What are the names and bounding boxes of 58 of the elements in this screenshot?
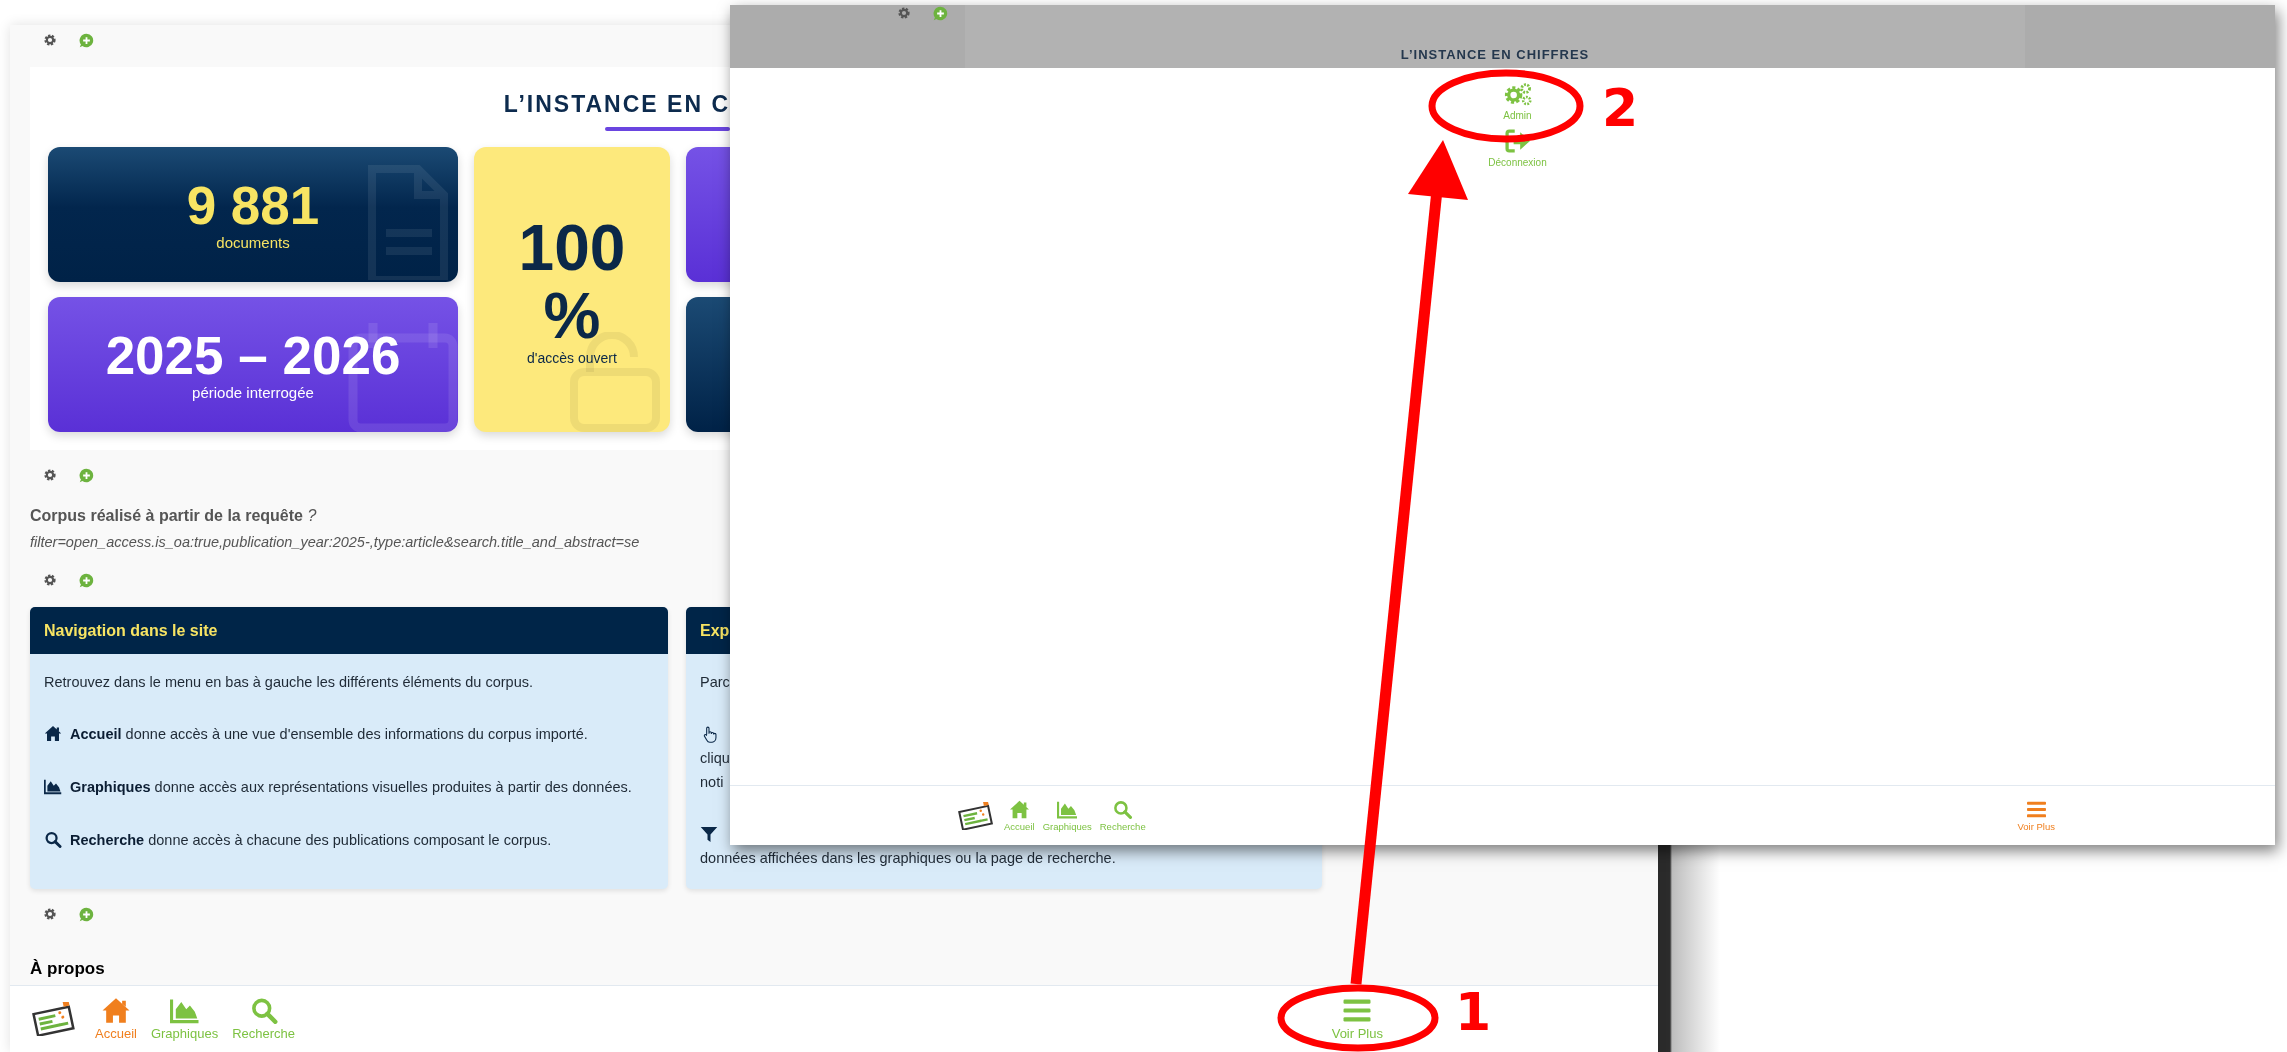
paragraph: Graphiques donne accès aux représentations visuelles produites à partir des données. <box>70 778 633 797</box>
nav-tab[interactable]: Accueil <box>1000 799 1039 832</box>
paragraph: Parc <box>700 673 731 692</box>
nav-tab[interactable]: Accueil <box>88 997 144 1041</box>
area-chart-icon <box>44 778 62 795</box>
corpus-label: Corpus réalisé à partir de la requête <box>30 507 303 524</box>
comment-add-icon[interactable] <box>79 32 94 48</box>
settings-icon[interactable] <box>43 468 57 482</box>
section-heading: À propos <box>30 958 106 980</box>
app-logo-drawing[interactable] <box>958 801 994 830</box>
text-line: noti <box>700 773 725 792</box>
settings-icon[interactable] <box>43 907 57 921</box>
annotation-number: 1 <box>1455 984 1492 1040</box>
document-icon <box>368 165 448 280</box>
nav-tab[interactable]: Recherche <box>1095 799 1150 832</box>
menu-item[interactable]: Admin <box>1502 82 1533 121</box>
help-link[interactable]: ? <box>307 507 317 524</box>
stat-value: 100 % <box>517 213 627 350</box>
stat-value: 9 881 <box>186 178 320 234</box>
paragraph: Retrouvez dans le menu en bas à gauche les différents éléments du corpus. <box>44 673 534 692</box>
query-text: filter=open_access.is_oa:true,publication_year:2025-,type:article&search.title_and_abstract=se <box>30 533 641 552</box>
more-menu-button[interactable]: Voir Plus <box>2013 799 2059 832</box>
text-line: cliqu <box>700 749 731 768</box>
menu-icon <box>2025 799 2047 819</box>
stat-label: période interrogée <box>192 384 314 401</box>
annotation-number: 2 <box>1602 80 1639 136</box>
more-menu-button[interactable]: Voir Plus <box>1324 997 1390 1041</box>
nav-tab[interactable]: Recherche <box>225 997 302 1041</box>
stat-label: documents <box>216 234 290 251</box>
stat-value: 2025 – 2026 <box>105 328 401 384</box>
panel-title: Exp <box>700 621 730 640</box>
comment-add-icon[interactable] <box>79 572 94 588</box>
filter-icon <box>700 825 718 843</box>
search-icon <box>1112 799 1134 819</box>
settings-icon[interactable] <box>43 33 57 47</box>
search-icon <box>44 831 62 848</box>
section-title: L’INSTANCE EN C <box>503 90 730 119</box>
settings-icon[interactable] <box>897 6 911 20</box>
nav-tab[interactable]: Graphiques <box>1038 799 1096 832</box>
comment-add-icon[interactable] <box>933 5 948 21</box>
stat-label: d'accès ouvert <box>527 349 617 366</box>
menu-item[interactable]: Déconnexion <box>1488 129 1547 168</box>
paragraph: Recherche donne accès à chacune des publications composant le corpus. <box>70 831 553 850</box>
nav-tab[interactable]: Graphiques <box>143 997 226 1041</box>
comment-add-icon[interactable] <box>79 906 94 922</box>
menu-icon <box>1342 997 1373 1024</box>
panel-title: Navigation dans le site <box>44 621 218 640</box>
area-chart-icon <box>169 997 200 1024</box>
area-chart-icon <box>1056 799 1078 819</box>
home-icon <box>100 997 131 1024</box>
text-line: données affichées dans les graphiques ou la page de recherche. <box>700 849 1117 868</box>
home-icon <box>1008 799 1030 819</box>
gears-icon <box>1502 82 1533 106</box>
comment-add-icon[interactable] <box>79 467 94 483</box>
home-icon <box>44 725 62 742</box>
paragraph: Accueil donne accès à une vue d'ensemble des informations du corpus importé. <box>70 725 589 744</box>
settings-icon[interactable] <box>43 573 57 587</box>
section-title: L’INSTANCE EN CHIFFRES <box>1399 47 1591 62</box>
